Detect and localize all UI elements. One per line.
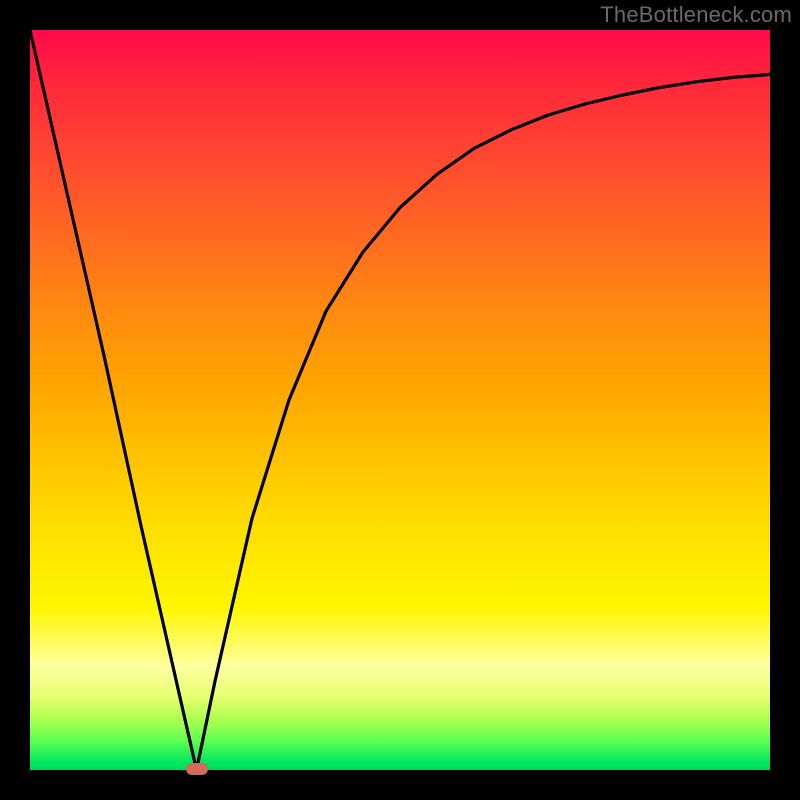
plot-area	[30, 30, 770, 770]
chart-frame: TheBottleneck.com	[0, 0, 800, 800]
optimum-marker	[186, 763, 208, 775]
watermark-text: TheBottleneck.com	[600, 2, 792, 28]
curve-path	[30, 30, 770, 770]
bottleneck-curve	[30, 30, 770, 770]
